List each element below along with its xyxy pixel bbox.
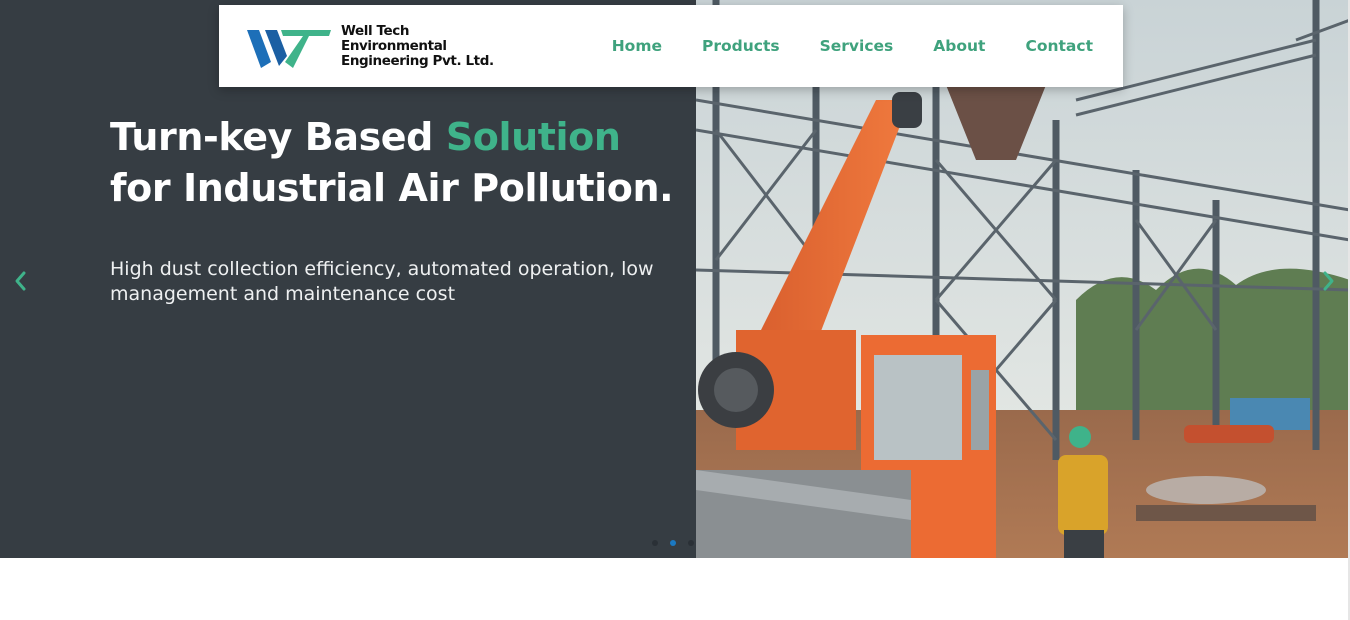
nav-contact[interactable]: Contact [1025,37,1093,55]
nav-about[interactable]: About [933,37,985,55]
site-header: Well Tech Environmental Engineering Pvt.… [219,5,1123,87]
slide-dot-2[interactable] [670,540,676,546]
nav-services[interactable]: Services [820,37,894,55]
chevron-right-icon [1323,271,1334,291]
main-nav: Home Products Services About Contact [612,37,1093,56]
hero-headline: Turn-key Based Solution for Industrial A… [110,112,690,214]
slide-dot-1[interactable] [652,540,658,546]
slide-indicators [652,540,694,546]
brand-logo[interactable]: Well Tech Environmental Engineering Pvt.… [245,22,494,70]
brand-line-2: Environmental [341,37,447,54]
hero-subtext: High dust collection efficiency, automat… [110,258,654,305]
hero-content: Turn-key Based Solution for Industrial A… [110,112,690,307]
nav-home[interactable]: Home [612,37,662,55]
brand-line-3: Engineering Pvt. Ltd. [341,52,494,69]
wt-logo-icon [247,30,331,68]
headline-part1: Turn-key Based [110,115,433,159]
headline-part2: for Industrial Air Pollution. [110,166,674,210]
next-slide-button[interactable] [1316,266,1340,296]
slide-dot-3[interactable] [688,540,694,546]
prev-slide-button[interactable] [9,266,33,296]
headline-accent: Solution [445,115,621,159]
chevron-left-icon [15,271,26,291]
page: Turn-key Based Solution for Industrial A… [0,0,1350,620]
nav-products[interactable]: Products [702,37,780,55]
brand-name: Well Tech Environmental Engineering Pvt.… [341,22,494,69]
brand-line-1: Well Tech [341,22,410,39]
